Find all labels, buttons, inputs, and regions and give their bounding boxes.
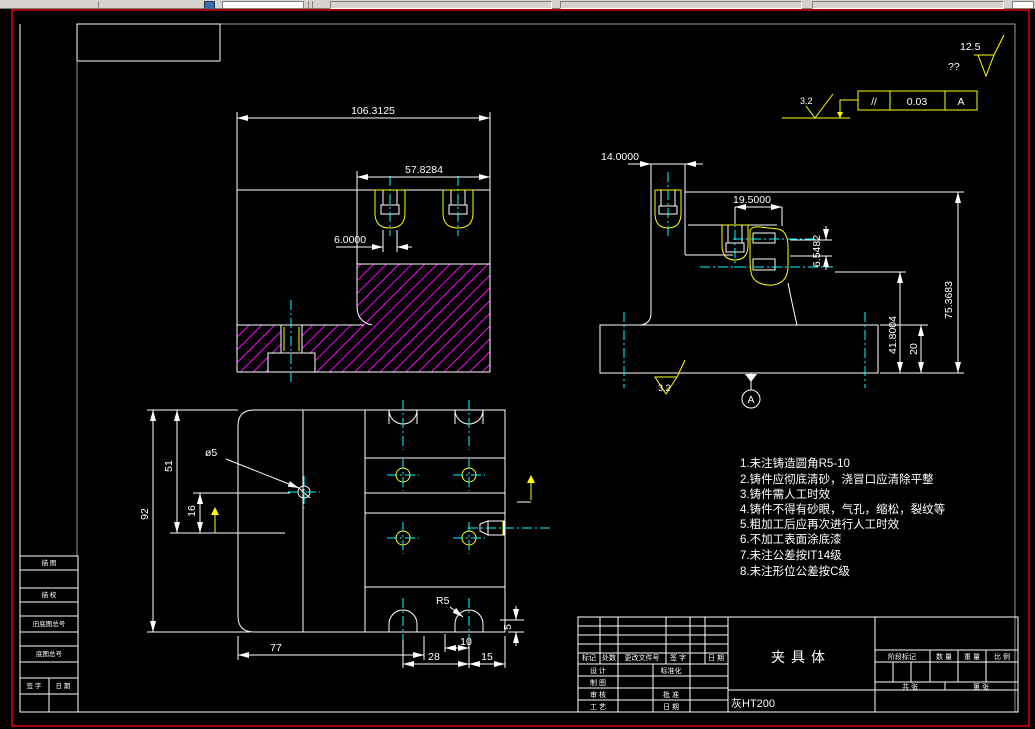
side-view: 14.0000 19.5000 6.5482 41.8004 20 75.368… xyxy=(599,151,964,409)
side-slot xyxy=(654,172,682,236)
tb-row-draw: 制 图 xyxy=(590,678,606,687)
surface-mark-top-right: ?? 12.5 xyxy=(948,34,1005,78)
tb-col-doc: 更改文件号 xyxy=(625,653,660,662)
tb-lbl-qty: 数 量 xyxy=(936,652,952,661)
svg-text:3.2: 3.2 xyxy=(658,383,671,393)
dim-plan-width: 77 xyxy=(270,642,282,654)
dim-plan-pitch: 28 xyxy=(428,651,440,663)
margin-row-trace-check: 描 校 xyxy=(42,590,57,599)
front-slot xyxy=(374,176,406,236)
feature-control-frame: // 0.03 A xyxy=(837,90,978,118)
tb-row-design: 设 计 xyxy=(590,666,606,675)
margin-row-trace: 描 图 xyxy=(42,558,57,567)
dim-plan-upper: 51 xyxy=(163,460,175,472)
plan-hole xyxy=(387,459,419,491)
plan-hole xyxy=(453,459,485,491)
tb-row-process: 工 艺 xyxy=(590,703,606,711)
cad-canvas[interactable]: 106.3125 57.8284 6.0000 14.0000 19.5000 … xyxy=(0,0,1035,729)
dim-front-slot: 6.0000 xyxy=(334,234,366,246)
note-line: 1.未注铸造圆角R5-10 xyxy=(740,456,850,470)
technical-notes: 1.未注铸造圆角R5-10 2.铸件应彻底清砂，浇冒口应清除平整 3.铸件需人工… xyxy=(740,456,945,578)
tb-lbl-approve: 批 准 xyxy=(663,690,679,699)
note-line: 3.铸件需人工时效 xyxy=(740,487,831,501)
tb-lbl-date: 日 期 xyxy=(663,703,679,711)
tb-lbl-page: 第 张 xyxy=(973,682,989,691)
dim-side-thread: 6.5482 xyxy=(811,235,823,267)
dim-plan-offset: 16 xyxy=(186,505,198,517)
tb-col-sign: 签 字 xyxy=(670,653,686,662)
tb-lbl-total: 共 张 xyxy=(902,682,918,691)
dim-plan-slot: 10 xyxy=(460,636,472,648)
drawing-info-box xyxy=(76,23,221,62)
tb-lbl-stage: 阶段标记 xyxy=(888,652,916,661)
margin-row-date: 日 期 xyxy=(56,682,71,690)
part-name: 夹具体 xyxy=(771,649,831,665)
fcf-symbol: // xyxy=(871,96,877,108)
dim-side-total-height: 75.3683 xyxy=(943,281,955,319)
leader-arrow xyxy=(211,507,219,533)
tb-lbl-standard: 标准化 xyxy=(661,666,682,675)
note-line: 5.粗加工后应再次进行人工时效 xyxy=(740,517,900,531)
datum-label: A xyxy=(747,394,754,406)
plan-hole xyxy=(387,522,419,554)
dim-side-mid-height: 41.8004 xyxy=(887,316,899,354)
dim-side-width: 14.0000 xyxy=(601,151,639,163)
dim-side-base: 20 xyxy=(908,343,920,355)
fcf-datum: A xyxy=(957,96,964,108)
dim-plan-depth: 92 xyxy=(139,508,151,520)
tb-lbl-weight: 重 量 xyxy=(964,653,980,661)
dim-front-step-width: 57.8284 xyxy=(405,164,443,176)
dim-plan-radius: R5 xyxy=(436,595,450,607)
note-line: 6.不加工表面涂底漆 xyxy=(740,532,842,546)
leader-arrow xyxy=(517,475,535,503)
margin-row-old-doc: 旧底图总号 xyxy=(33,619,66,628)
tb-col-mark: 标记 xyxy=(582,653,596,662)
plan-view: 92 51 16 ø5 77 10 28 15 R5 5 xyxy=(139,400,553,668)
note-line: 4.铸件不得有砂眼，气孔，缩松，裂纹等 xyxy=(740,502,945,516)
part-material: 灰HT200 xyxy=(731,696,775,710)
svg-text:3.2: 3.2 xyxy=(800,96,813,106)
note-line: 2.铸件应彻底清砂，浇冒口应清除平整 xyxy=(740,472,934,486)
dim-plan-edge: 5 xyxy=(502,624,514,630)
tb-col-count: 处数 xyxy=(602,653,616,662)
note-line: 7.未注公差按IT14级 xyxy=(740,548,842,562)
surface-prefix: ?? xyxy=(948,61,960,73)
dim-side-slot-span: 19.5000 xyxy=(733,194,771,206)
front-slot xyxy=(442,176,474,236)
title-block: 标记 处数 更改文件号 签 字 日 期 设 计 制 图 审 核 工 艺 标准化 … xyxy=(577,616,1019,713)
dim-plan-hole: ø5 xyxy=(205,447,217,459)
cad-window: 106.3125 57.8284 6.0000 14.0000 19.5000 … xyxy=(0,0,1035,729)
margin-table: 描 图 描 校 旧底图总号 底图总号 签 字 日 期 xyxy=(19,555,79,713)
margin-row-sign: 签 字 xyxy=(27,681,42,690)
tb-lbl-scale: 比 例 xyxy=(994,652,1010,661)
front-view: 106.3125 57.8284 6.0000 xyxy=(236,105,491,385)
set-screw xyxy=(468,520,553,536)
dim-front-total-width: 106.3125 xyxy=(351,105,395,117)
margin-row-doc: 底图总号 xyxy=(36,649,63,658)
fcf-tolerance: 0.03 xyxy=(907,96,928,108)
tb-col-date: 日 期 xyxy=(708,654,724,662)
tb-row-check: 审 核 xyxy=(590,690,606,699)
note-line: 8.未注形位公差按C级 xyxy=(740,564,850,578)
dim-plan-margin: 15 xyxy=(481,651,493,663)
datum-flag: A xyxy=(741,373,761,409)
surface-value: 12.5 xyxy=(960,41,981,53)
